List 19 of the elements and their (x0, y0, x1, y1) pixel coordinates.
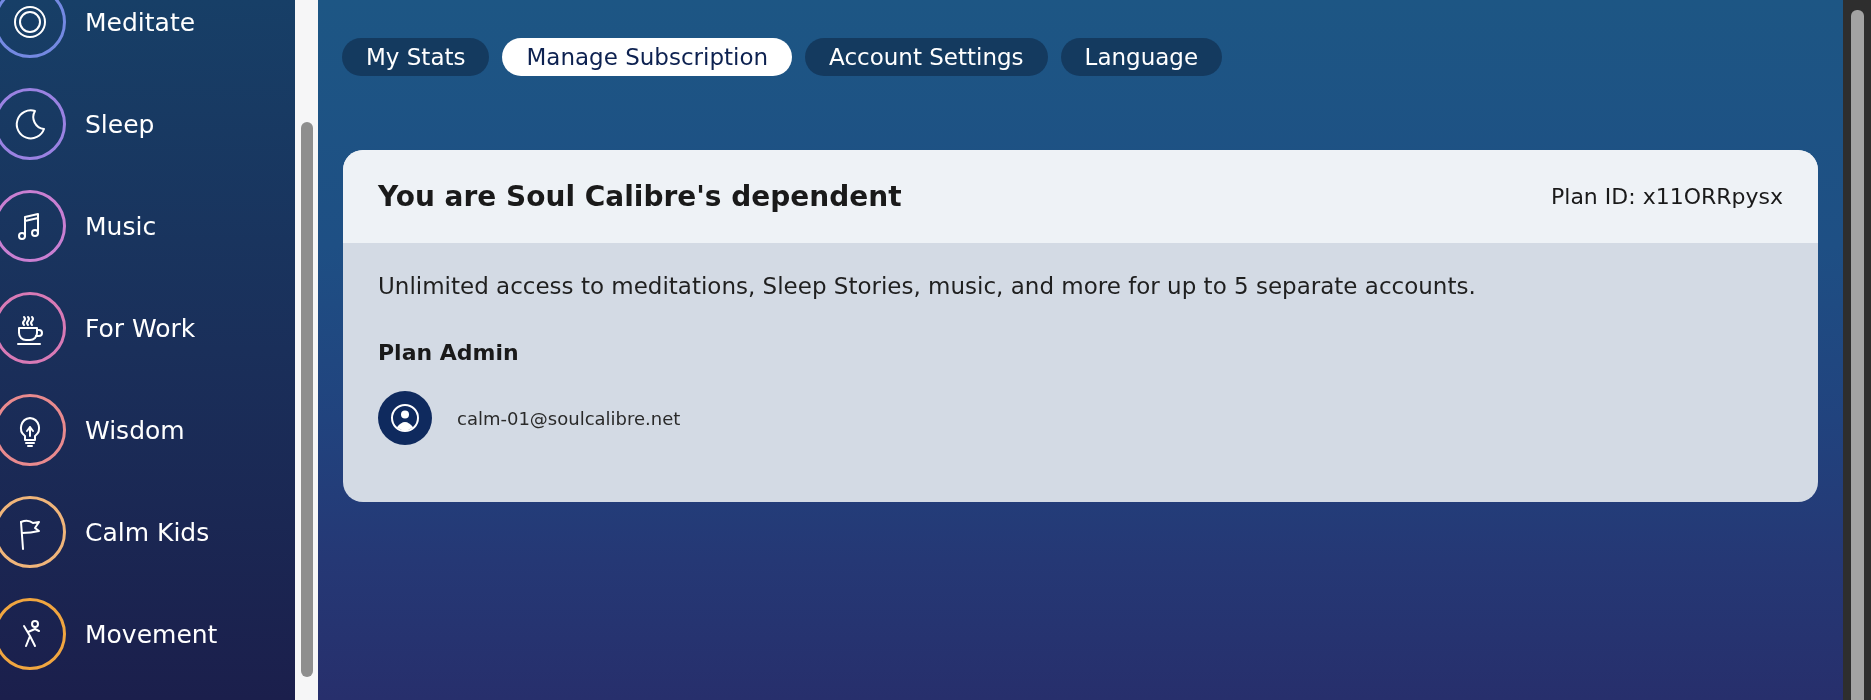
plan-id: Plan ID: x11ORRpysx (1551, 184, 1783, 209)
nav-item[interactable]: For Work (0, 277, 295, 379)
tab[interactable]: Manage Subscription (502, 38, 793, 76)
plan-description: Unlimited access to meditations, Sleep Stories, music, and more for up to 5 separate accounts. (378, 272, 1477, 301)
card-title: You are Soul Calibre's dependent (378, 180, 902, 213)
nav-item[interactable]: Wisdom (0, 379, 295, 481)
nav-item[interactable]: Movement (0, 583, 295, 685)
admin-email: calm-01@soulcalibre.net (457, 407, 681, 429)
scrollbar-thumb[interactable] (1850, 10, 1864, 700)
avatar-icon (378, 391, 432, 445)
nav-item[interactable]: Music (0, 175, 295, 277)
nav-item[interactable]: Meditate (0, 0, 295, 73)
tab[interactable]: Account Settings (805, 38, 1048, 76)
nav-item[interactable]: Calm Kids (0, 481, 295, 583)
plan-admin-heading: Plan Admin (378, 339, 520, 367)
tab[interactable]: My Stats (342, 38, 490, 76)
scrollbar-thumb[interactable] (300, 122, 313, 677)
nav-item[interactable]: Sleep (0, 73, 295, 175)
tab[interactable]: Language (1060, 38, 1223, 76)
